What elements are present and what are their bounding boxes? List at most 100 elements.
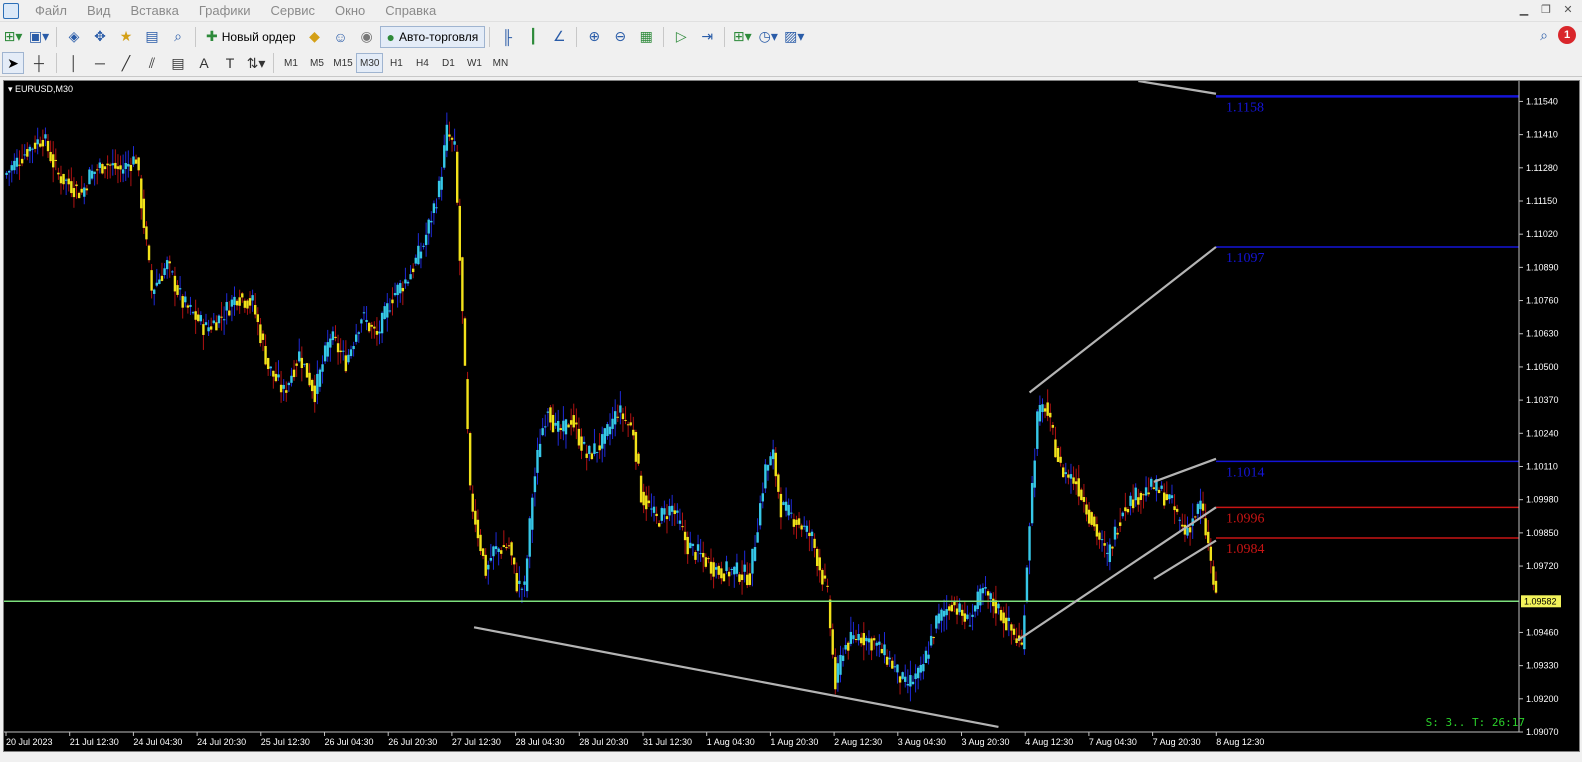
candle-body xyxy=(1129,495,1132,506)
vertical-line-button[interactable]: │ xyxy=(63,52,85,74)
auto-scroll-button[interactable]: ▷ xyxy=(670,26,692,48)
candle-body xyxy=(1082,497,1086,502)
indicators-button[interactable]: ⊞▾ xyxy=(731,26,753,48)
candle-body xyxy=(891,660,894,669)
data-window-button[interactable]: ✥ xyxy=(89,26,111,48)
text-label-button[interactable]: T xyxy=(219,52,241,74)
trendline-button[interactable]: ╱ xyxy=(115,52,137,74)
candle-body xyxy=(409,274,412,280)
candle-body xyxy=(36,139,39,145)
crosshair-tool-icon: ┼ xyxy=(34,55,44,71)
zoom-out-button[interactable]: ⊖ xyxy=(609,26,631,48)
menu-view[interactable]: Вид xyxy=(77,0,121,22)
timeframe-w1[interactable]: W1 xyxy=(461,53,487,73)
candle-body xyxy=(238,297,241,306)
candle-body xyxy=(753,547,757,561)
candle-body xyxy=(906,684,910,686)
timeframe-m30[interactable]: M30 xyxy=(356,53,384,73)
restore-icon[interactable]: ❐ xyxy=(1538,3,1554,17)
time-axis-label: 28 Jul 20:30 xyxy=(579,737,628,747)
bar-chart-button[interactable]: ╟ xyxy=(496,26,518,48)
menu-help[interactable]: Справка xyxy=(375,0,446,22)
search-icon[interactable]: ⌕ xyxy=(1540,27,1548,44)
price-axis-label: 1.10240 xyxy=(1526,428,1559,438)
candle-body xyxy=(248,298,252,306)
menu-file[interactable]: Файл xyxy=(25,0,77,22)
chart-shift-button[interactable]: ⇥ xyxy=(696,26,718,48)
timeframe-m15[interactable]: M15 xyxy=(330,53,356,73)
meta-editor-button[interactable]: ◆ xyxy=(304,26,326,48)
candle-body xyxy=(191,312,195,314)
candle-body xyxy=(1020,642,1023,645)
candle-body xyxy=(121,169,125,174)
tile-windows-button[interactable]: ▦ xyxy=(635,26,657,48)
timeframe-mn[interactable]: MN xyxy=(487,53,513,73)
minimize-icon[interactable]: ▁ xyxy=(1516,3,1532,17)
candlestick-button[interactable]: ┃ xyxy=(522,26,544,48)
crosshair-icon: ✥ xyxy=(94,28,106,44)
candle-body xyxy=(254,305,257,315)
auto-trading-button[interactable]: ● Авто-торговля xyxy=(379,25,486,48)
candle-body xyxy=(367,322,371,332)
candle-body xyxy=(696,544,700,551)
terminal-button[interactable]: ▤ xyxy=(141,26,163,48)
candle-body xyxy=(487,564,490,570)
candle-body xyxy=(538,443,542,458)
candle-body xyxy=(90,170,94,179)
price-axis-label: 1.10110 xyxy=(1526,461,1558,471)
fibonacci-button[interactable]: ▤ xyxy=(167,52,189,74)
timeframe-h4[interactable]: H4 xyxy=(409,53,435,73)
candle-body xyxy=(647,500,651,504)
equidistant-channel-button[interactable]: ⫽ xyxy=(141,52,163,74)
candle-body xyxy=(140,178,143,209)
profiles-button[interactable]: ▣▾ xyxy=(28,26,50,48)
market-watch-button[interactable]: ◈ xyxy=(63,26,85,48)
candle-body xyxy=(481,548,485,556)
timeframe-h1[interactable]: H1 xyxy=(383,53,409,73)
periods-button[interactable]: ◷▾ xyxy=(757,26,779,48)
new-order-button[interactable]: ✚ Новый ордер xyxy=(200,26,302,48)
templates-button[interactable]: ▨▾ xyxy=(783,26,805,48)
horizontal-line-button[interactable]: ─ xyxy=(89,52,111,74)
candle-body xyxy=(396,284,399,296)
timeframe-m1[interactable]: M1 xyxy=(278,53,304,73)
price-chart[interactable]: 1.1158 1.1097 1.1014 1.0996 1.0984 1.11540 1.1… xyxy=(4,81,1579,751)
signals-button[interactable]: ◉ xyxy=(356,26,378,48)
navigator-button[interactable]: ★ xyxy=(115,26,137,48)
zoom-in-button[interactable]: ⊕ xyxy=(583,26,605,48)
candle-body xyxy=(797,518,801,525)
candle-body xyxy=(922,664,925,672)
menu-insert[interactable]: Вставка xyxy=(121,0,189,22)
line-chart-button[interactable]: ∠ xyxy=(548,26,570,48)
chart-window[interactable]: 1.1158 1.1097 1.1014 1.0996 1.0984 1.11540 1.1… xyxy=(3,80,1580,752)
candle-body xyxy=(1043,408,1047,412)
candle-body xyxy=(445,124,449,151)
arrows-button[interactable]: ⇅▾ xyxy=(245,52,267,74)
menu-window[interactable]: Окно xyxy=(325,0,375,22)
cursor-button[interactable]: ➤ xyxy=(2,52,24,74)
notification-badge[interactable]: 1 xyxy=(1558,26,1576,44)
templates-icon: ▨▾ xyxy=(784,28,805,44)
candle-body xyxy=(828,599,832,629)
new-chart-button[interactable]: ⊞▾ xyxy=(2,26,24,48)
timeframe-d1[interactable]: D1 xyxy=(435,53,461,73)
candle-body xyxy=(1106,552,1109,554)
candle-body xyxy=(435,207,438,209)
candle-body xyxy=(673,510,676,515)
candle-body xyxy=(637,453,640,464)
candle-body xyxy=(168,261,171,264)
crosshair-button[interactable]: ┼ xyxy=(28,52,50,74)
candle-body xyxy=(173,275,177,292)
bottom-strip xyxy=(0,752,1582,762)
candle-body xyxy=(1095,524,1099,537)
community-button[interactable]: ☺ xyxy=(330,26,352,48)
timeframe-m5[interactable]: M5 xyxy=(304,53,330,73)
menu-tools[interactable]: Сервис xyxy=(261,0,326,22)
tester-button[interactable]: ⌕ xyxy=(167,26,189,48)
close-icon[interactable]: ✕ xyxy=(1560,3,1576,17)
menu-charts[interactable]: Графики xyxy=(189,0,261,22)
text-button[interactable]: A xyxy=(193,52,215,74)
candle-body xyxy=(391,299,394,304)
auto-scroll-icon: ▷ xyxy=(675,28,687,44)
time-axis-label: 1 Aug 20:30 xyxy=(770,737,818,747)
